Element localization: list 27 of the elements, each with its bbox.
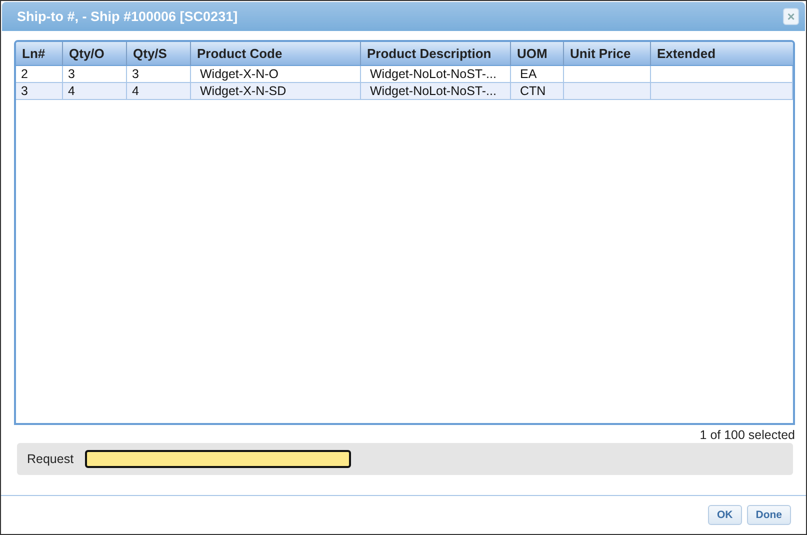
table-cell: 3 (16, 83, 63, 99)
column-header[interactable]: Unit Price (564, 42, 651, 65)
table-cell: Widget-NoLot-NoST-... (361, 66, 511, 82)
table-cell: Widget-X-N-SD (191, 83, 361, 99)
column-header[interactable]: Qty/S (127, 42, 191, 65)
table-row[interactable]: 3 4 4 Widget-X-N-SD Widget-NoLot-NoST-... CTN (16, 83, 793, 100)
selection-count: 1 of 100 selected (700, 428, 795, 442)
table-cell: 4 (127, 83, 191, 99)
dialog-button[interactable]: OK (708, 505, 742, 525)
request-field[interactable] (84, 450, 351, 468)
column-header[interactable]: UOM (511, 42, 564, 65)
column-header[interactable]: Ln# (16, 42, 63, 65)
column-header[interactable]: Qty/O (63, 42, 127, 65)
column-header[interactable]: Product Code (191, 42, 361, 65)
table-cell: 3 (127, 66, 191, 82)
table-cell: 2 (16, 66, 63, 82)
table-cell: 3 (63, 66, 127, 82)
table-cell: CTN (511, 83, 564, 99)
column-header[interactable]: Extended (651, 42, 793, 65)
table-cell: EA (511, 66, 564, 82)
dialog-button[interactable]: Done (746, 505, 791, 525)
request-label: Request (27, 452, 74, 466)
table-cell: Widget-NoLot-NoST-... (361, 83, 511, 99)
table-cell: Widget-X-N-O (191, 66, 361, 82)
window-title: Ship-to #, - Ship #100006 [SC0231] (17, 9, 238, 24)
table-cell: 4 (63, 83, 127, 99)
column-header[interactable]: Product Description (361, 42, 511, 65)
